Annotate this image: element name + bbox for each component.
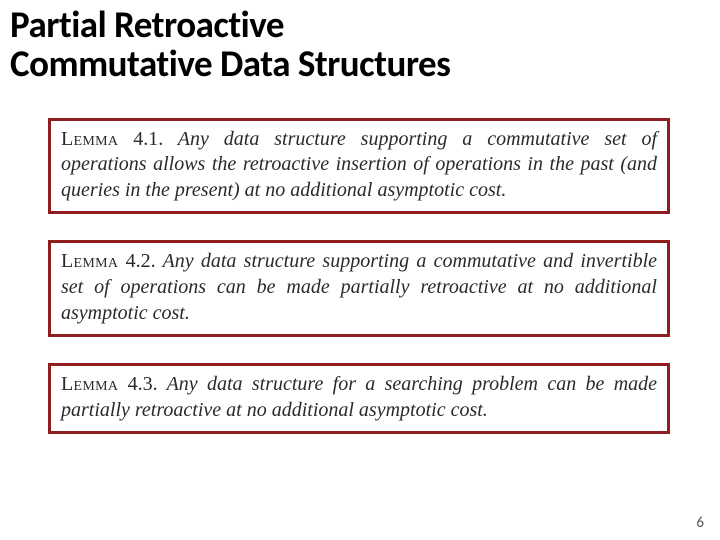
lemma-number: 4.3. [128, 373, 158, 395]
lemma-list: Lemma 4.1. Any data structure supporting… [0, 118, 720, 435]
lemma-label: Lemma [61, 373, 118, 395]
lemma-number: 4.1. [133, 128, 163, 150]
page-number: 6 [696, 514, 704, 532]
lemma-label: Lemma [61, 128, 118, 150]
slide-title: Partial Retroactive Commutative Data Str… [0, 0, 720, 84]
title-line-2: Commutative Data Structures [10, 41, 450, 86]
lemma-box-3: Lemma 4.3. Any data structure for a sear… [48, 363, 670, 434]
slide: Partial Retroactive Commutative Data Str… [0, 0, 720, 540]
lemma-number: 4.2. [126, 250, 156, 272]
lemma-box-2: Lemma 4.2. Any data structure supporting… [48, 240, 670, 337]
lemma-label: Lemma [61, 250, 118, 272]
lemma-box-1: Lemma 4.1. Any data structure supporting… [48, 118, 670, 215]
